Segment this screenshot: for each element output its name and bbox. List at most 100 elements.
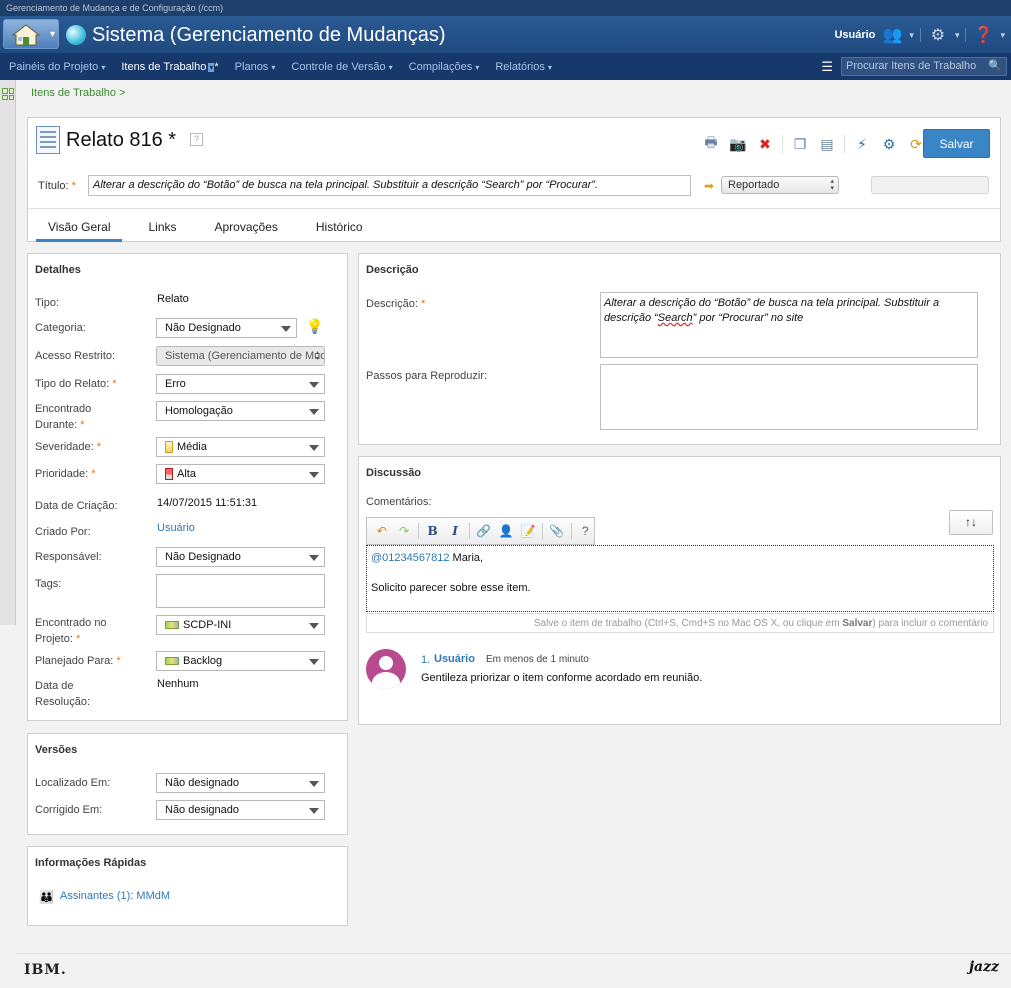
data-criacao-value: 14/07/2015 11:51:31: [157, 497, 258, 509]
severidade-select[interactable]: Média: [156, 437, 325, 457]
save-button[interactable]: Salvar: [923, 129, 990, 158]
state-arrow-icon: ➡: [704, 179, 715, 193]
nav-planos[interactable]: Planos ▾: [235, 61, 276, 73]
tipo-relato-select[interactable]: Erro: [156, 374, 325, 394]
configure-icon[interactable]: ⚙: [879, 134, 899, 154]
footer: IBM. jazz: [16, 953, 1011, 988]
chevron-down-icon: ▾: [208, 63, 215, 72]
copy-icon[interactable]: ❐: [790, 134, 810, 154]
chevron-down-icon[interactable]: ▾: [1000, 30, 1005, 41]
data-resolucao-value: Nenhum: [157, 678, 199, 690]
encontrado-durante-select[interactable]: Homologação: [156, 401, 325, 421]
print-icon[interactable]: 🖶: [701, 134, 721, 154]
details-panel: Detalhes Tipo: Relato Categoria: Não Des…: [27, 253, 348, 721]
workitem-tabs: Visão Geral Links Aprovações Histórico: [28, 208, 1000, 242]
description-panel: Descrição Descrição: * Alterar a descriç…: [358, 253, 1001, 445]
action-select[interactable]: [871, 176, 989, 194]
italic-icon[interactable]: I: [446, 522, 463, 540]
user-menu-label[interactable]: Usuário: [834, 29, 875, 41]
title-input[interactable]: Alterar a descrição do “Botão” de busca …: [88, 175, 691, 196]
editor-toolbar: ↶ ↷ B I 🔗 👤 📝 📎 ?: [366, 517, 595, 545]
section-title: Versões: [35, 744, 78, 756]
corrigido-em-select[interactable]: Não designado: [156, 800, 325, 820]
workitem-link-icon[interactable]: 📝: [520, 522, 537, 540]
workitem-header: Relato 816 * ? 🖶 📷 ✖ ❐ ▤ ⚡ ⚙ ⟳ Salvar Tí…: [27, 117, 1001, 242]
search-input[interactable]: Procurar Itens de Trabalho 🔍: [841, 57, 1007, 76]
page-title: Relato 816 *: [66, 129, 177, 151]
undo-icon[interactable]: ↶: [373, 522, 390, 540]
section-title: Discussão: [366, 467, 422, 479]
save-hint: Salve o item de trabalho (Ctrl+S, Cmd+S …: [366, 613, 994, 633]
nav-controle-versao[interactable]: Controle de Versão ▾: [291, 61, 392, 73]
list-icon[interactable]: ☰: [821, 59, 833, 75]
comment-author-link[interactable]: Usuário: [434, 653, 475, 665]
responsavel-select[interactable]: Não Designado: [156, 547, 325, 567]
jazz-logo: jazz: [968, 959, 999, 975]
chevron-down-icon: ▾: [49, 29, 55, 40]
quick-info-panel: Informações Rápidas 👪 Assinantes (1): MM…: [27, 846, 348, 926]
comment-text: Gentileza priorizar o item conforme acor…: [421, 672, 703, 684]
severity-medium-icon: [165, 441, 173, 454]
iteration-icon: [165, 657, 179, 666]
left-sidebar-rail[interactable]: [0, 80, 16, 625]
project-title: Sistema (Gerenciamento de Mudanças): [92, 24, 446, 46]
description-textarea[interactable]: Alterar a descrição do “Botão” de busca …: [600, 292, 978, 358]
user-link-icon[interactable]: 👤: [497, 522, 514, 540]
planejado-para-select[interactable]: Backlog: [156, 651, 325, 671]
workitem-toolbar: 🖶 📷 ✖ ❐ ▤ ⚡ ⚙ ⟳: [701, 134, 926, 154]
grid-icon[interactable]: [2, 88, 14, 100]
attachment-icon[interactable]: 📎: [548, 522, 565, 540]
discussion-panel: Discussão Comentários: ↶ ↷ B I 🔗 👤 📝 📎 ?…: [358, 456, 1001, 725]
nav-itens-trabalho[interactable]: Itens de Trabalho ▾*: [121, 61, 218, 73]
tab-visao-geral[interactable]: Visão Geral: [36, 209, 123, 242]
subscribers-icon: 👪: [39, 890, 54, 904]
comment-time: Em menos de 1 minuto: [486, 654, 589, 665]
tab-historico[interactable]: Histórico: [304, 209, 375, 242]
categoria-select[interactable]: Não Designado: [156, 318, 297, 338]
user-mention[interactable]: @01234567812: [371, 552, 449, 564]
app-banner: ▾ Sistema (Gerenciamento de Mudanças) Us…: [0, 16, 1011, 54]
help-icon[interactable]: ?: [577, 522, 594, 540]
help-icon[interactable]: ?: [190, 133, 203, 146]
search-icon[interactable]: 🔍: [988, 59, 1002, 72]
redo-icon[interactable]: ↷: [395, 522, 412, 540]
title-label: Título: *: [38, 180, 76, 192]
tags-input[interactable]: [156, 574, 325, 608]
duplicate-icon[interactable]: ▤: [817, 134, 837, 154]
tab-links[interactable]: Links: [136, 209, 188, 242]
camera-icon[interactable]: 📷: [728, 134, 748, 154]
comment-editor[interactable]: @01234567812 Maria, Solicito parecer sob…: [366, 545, 994, 612]
project-area-icon: [165, 621, 179, 630]
sort-comments-button[interactable]: ↑↓: [949, 510, 993, 535]
subscribers-link[interactable]: Assinantes (1): MMdM: [60, 890, 170, 902]
delete-icon[interactable]: ✖: [755, 134, 775, 154]
ibm-logo: IBM.: [24, 962, 67, 978]
state-select[interactable]: Reportado ▴ ▾: [721, 176, 839, 194]
spinner-icon: ▴ ▾: [830, 178, 834, 192]
nav-compilacoes[interactable]: Compilações ▾: [409, 61, 480, 73]
breadcrumb[interactable]: Itens de Trabalho >: [31, 87, 125, 99]
nav-painéis[interactable]: Painéis do Projeto ▾: [9, 61, 105, 73]
section-title: Informações Rápidas: [35, 857, 147, 869]
localizado-em-select[interactable]: Não designado: [156, 773, 325, 793]
lightbulb-icon[interactable]: 💡: [306, 318, 323, 335]
chevron-down-icon[interactable]: ▾: [909, 30, 914, 41]
steps-textarea[interactable]: [600, 364, 978, 430]
home-menu-button[interactable]: ▾: [3, 19, 59, 49]
prioridade-select[interactable]: Alta: [156, 464, 325, 484]
acesso-restrito-select[interactable]: Sistema (Gerenciamento de Mudanças): [156, 346, 325, 366]
tab-aprovacoes[interactable]: Aprovações: [203, 209, 290, 242]
nav-relatorios[interactable]: Relatórios ▾: [495, 61, 552, 73]
criado-por-link[interactable]: Usuário: [157, 522, 195, 534]
chevron-down-icon[interactable]: ▾: [955, 30, 960, 41]
gear-icon[interactable]: ⚙: [927, 25, 949, 45]
users-icon[interactable]: 👥: [881, 25, 903, 45]
workflow-icon[interactable]: ⚡: [852, 134, 872, 154]
bold-icon[interactable]: B: [424, 522, 441, 540]
encontrado-projeto-select[interactable]: SCDP-INI: [156, 615, 325, 635]
avatar: [366, 649, 406, 689]
main-nav: Painéis do Projeto ▾ Itens de Trabalho ▾*…: [0, 54, 1011, 80]
link-icon[interactable]: 🔗: [475, 522, 492, 540]
section-title: Detalhes: [35, 264, 81, 276]
help-icon[interactable]: ❓: [972, 25, 994, 45]
